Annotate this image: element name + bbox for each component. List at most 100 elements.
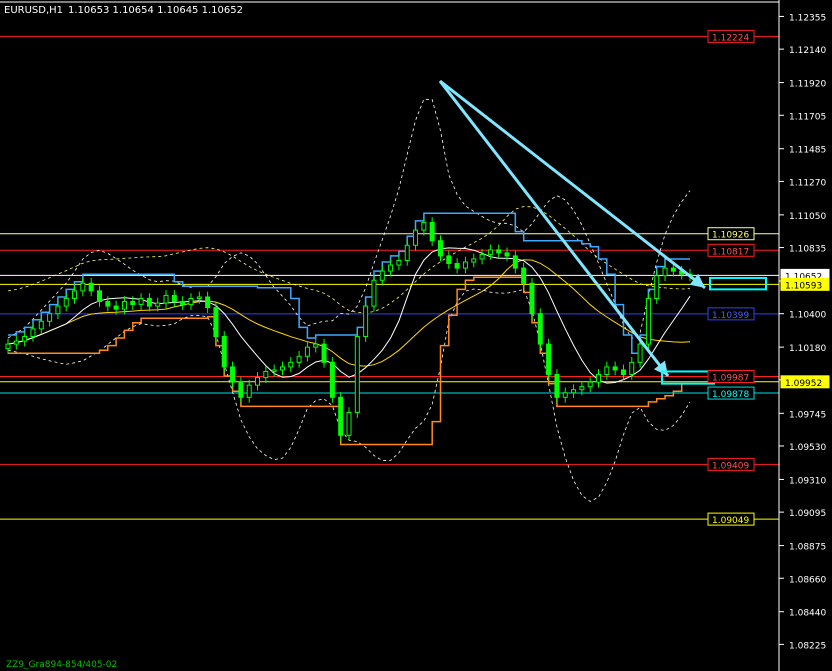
candle-body-42 (354, 336, 360, 414)
price-tick-label-15: 1.09095 (789, 509, 826, 519)
price-tick-label-0: 1.12355 (789, 13, 826, 23)
candle-body-64 (537, 313, 543, 345)
level-label-1: 1.10926 (712, 231, 749, 241)
price-tick-label-19: 1.08225 (789, 641, 826, 651)
candle-body-38 (321, 343, 327, 363)
price-tick-label-7: 1.10835 (789, 245, 826, 255)
candle-body-47 (396, 259, 402, 266)
price-tick-label-6: 1.11050 (789, 212, 826, 222)
level-label-10: 1.09049 (712, 516, 749, 526)
candle-body-65 (546, 343, 552, 376)
candle-body-23 (196, 296, 202, 299)
candle-body-72 (604, 366, 610, 376)
candle-body-31 (263, 370, 269, 379)
level-label-0: 1.12224 (712, 33, 749, 43)
price-tick-label-16: 1.08875 (789, 543, 826, 553)
candle-body-7 (63, 297, 69, 307)
candle-body-55 (462, 261, 468, 269)
indicator-footer-text: ZZ9_Gra894-854/405-02 (6, 660, 117, 670)
candle-body-21 (180, 301, 186, 306)
candle-body-9 (80, 282, 86, 292)
candle-body-27 (230, 366, 236, 383)
level-label-8: 1.09878 (712, 390, 749, 400)
candle-body-61 (512, 255, 518, 269)
candle-body-22 (188, 297, 194, 306)
candle-body-34 (288, 361, 294, 368)
ohlc-values: 1.10653 1.10654 1.10645 1.10652 (68, 5, 243, 16)
price-tick-label-17: 1.08660 (789, 575, 826, 585)
candle-body-24 (205, 296, 211, 309)
symbol-label: EURUSD,H1 (4, 5, 63, 16)
candle-body-58 (487, 249, 493, 255)
price-tick-label-9: 1.10400 (789, 311, 826, 321)
candle-body-25 (213, 307, 219, 337)
candle-body-35 (296, 355, 302, 363)
candle-body-3 (30, 328, 36, 338)
candle-body-49 (413, 229, 419, 246)
candle-body-52 (437, 240, 443, 257)
price-tick-label-10: 1.10180 (789, 344, 826, 354)
price-tick-label-2: 1.11920 (789, 80, 826, 90)
candle-body-37 (313, 343, 319, 348)
candle-body-69 (579, 386, 585, 391)
candle-body-62 (521, 267, 527, 284)
candle-body-10 (88, 282, 94, 292)
candle-body-63 (529, 282, 535, 315)
candle-body-59 (496, 249, 502, 254)
candle-body-2 (22, 336, 28, 342)
candle-body-39 (329, 361, 335, 398)
candle-body-54 (454, 263, 460, 269)
candle-body-76 (637, 343, 643, 363)
price-chart[interactable]: 1.12355 1.12140 1.11920 1.11705 1.11485 1.112… (0, 0, 832, 671)
price-tick-label-1: 1.12140 (789, 46, 826, 56)
candle-body-33 (279, 366, 285, 371)
candle-body-4 (38, 320, 44, 330)
candle-body-15 (130, 301, 136, 306)
candle-body-78 (654, 275, 660, 299)
candle-body-19 (163, 294, 169, 304)
candle-body-28 (238, 381, 244, 398)
candle-body-73 (612, 366, 618, 371)
candle-body-14 (121, 301, 127, 310)
candle-body-13 (113, 305, 119, 310)
candle-body-0 (5, 343, 11, 350)
candle-body-57 (479, 253, 485, 260)
candle-body-40 (338, 396, 344, 436)
candle-body-44 (371, 279, 377, 307)
candle-body-70 (587, 381, 593, 388)
candle-body-26 (221, 336, 227, 368)
level-label-9: 1.09409 (712, 461, 749, 471)
candle-body-12 (105, 301, 111, 307)
candle-body-36 (304, 346, 310, 357)
candle-body-18 (155, 302, 161, 307)
candle-body-8 (72, 290, 78, 299)
candle-body-75 (629, 361, 635, 376)
candle-body-60 (504, 252, 510, 257)
candle-body-80 (670, 267, 676, 272)
candle-body-79 (662, 267, 668, 277)
candle-body-16 (138, 297, 144, 306)
candle-body-45 (379, 270, 385, 281)
candle-body-5 (47, 313, 53, 322)
candle-body-66 (554, 374, 560, 398)
candle-body-17 (146, 297, 152, 307)
candle-body-43 (363, 305, 369, 338)
candle-body-68 (571, 389, 577, 394)
level-label-4: 1.10593 (785, 281, 822, 291)
candle-body-29 (246, 384, 252, 398)
candle-body-46 (388, 264, 394, 272)
candle-body-11 (96, 290, 102, 303)
price-tick-label-18: 1.08440 (789, 609, 826, 619)
level-label-7: 1.09952 (785, 379, 822, 389)
candle-body-51 (429, 221, 435, 242)
price-tick-label-5: 1.11270 (789, 178, 826, 188)
price-tick-label-4: 1.11485 (789, 146, 826, 156)
price-tick-label-3: 1.11705 (789, 112, 826, 122)
candle-body-41 (346, 412, 352, 436)
candle-body-56 (471, 258, 477, 263)
candle-body-53 (446, 255, 452, 265)
price-tick-label-13: 1.09530 (789, 443, 826, 453)
candle-body-32 (271, 369, 277, 372)
price-tick-label-12: 1.09745 (789, 410, 826, 420)
price-tick-label-14: 1.09310 (789, 476, 826, 486)
